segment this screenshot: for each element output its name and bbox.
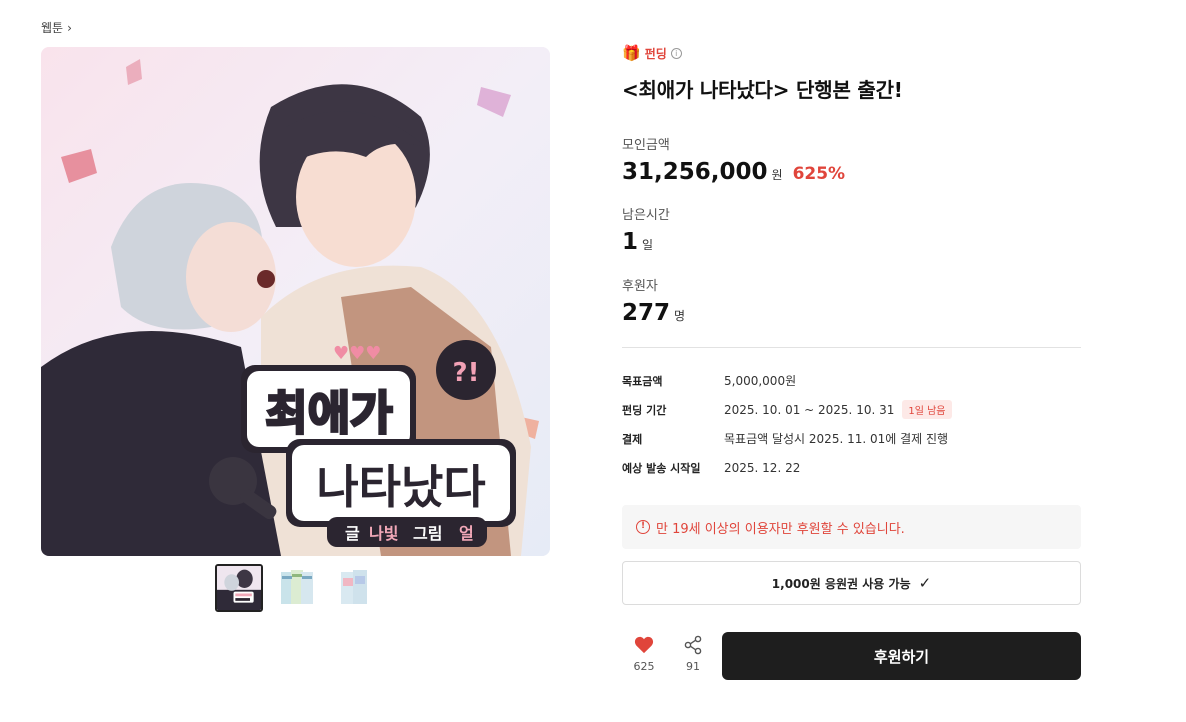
ship-label: 예상 발송 시작일	[622, 461, 701, 475]
funding-tag: 🎁 펀딩 i	[622, 44, 1081, 62]
coupon-button[interactable]: 1,000원 응원권 사용 가능 ✓	[622, 561, 1081, 605]
cover-writer-label: 글	[345, 524, 360, 543]
period-value: 2025. 10. 01 ~ 2025. 10. 31	[724, 402, 895, 417]
backers-block: 후원자 277 명	[622, 275, 685, 326]
thumbnail-strip	[215, 564, 379, 612]
info-icon[interactable]: i	[670, 47, 682, 59]
payment-value: 목표금액 달성시 2025. 11. 01에 결제 진행	[724, 432, 949, 446]
support-button[interactable]: 후원하기	[722, 632, 1081, 680]
goal-label: 목표금액	[622, 374, 663, 388]
cover-logo-line2: 나타났다	[316, 460, 485, 514]
breadcrumb[interactable]: 웹툰 ›	[41, 19, 72, 36]
share-button[interactable]: 91	[671, 632, 715, 673]
detail-row-period: 펀딩 기간 2025. 10. 01 ~ 2025. 10. 31 1일 남음	[622, 395, 1081, 424]
page-title: <최애가 나타났다> 단행본 출간!	[622, 78, 903, 102]
like-button[interactable]: 625	[622, 632, 666, 673]
raised-amount-block: 모인금액 31,256,000 원 625%	[622, 134, 845, 185]
warning-icon: !	[636, 520, 650, 534]
age-notice: ! 만 19세 이상의 이용자만 후원할 수 있습니다.	[622, 505, 1081, 549]
time-unit: 일	[642, 238, 654, 252]
funding-info-panel: 🎁 펀딩 i <최애가 나타났다> 단행본 출간! 모인금액 31,256,00…	[622, 44, 1081, 680]
age-notice-text: 만 19세 이상의 이용자만 후원할 수 있습니다.	[656, 521, 905, 537]
coupon-label: 1,000원 응원권 사용 가능	[771, 576, 911, 591]
remaining-time-block: 남은시간 1 일	[622, 204, 670, 255]
backers-value: 277	[622, 300, 671, 326]
action-bar: 625 91 후원하기	[622, 632, 1081, 680]
raised-value: 31,256,000	[622, 159, 768, 185]
divider	[622, 347, 1081, 348]
time-value: 1	[622, 229, 639, 255]
detail-row-shipping: 예상 발송 시작일 2025. 12. 22	[622, 453, 1081, 482]
cover-logo-line1: 최애가	[266, 386, 393, 440]
raised-label: 모인금액	[622, 138, 670, 153]
cover-badge: ?!	[453, 358, 480, 388]
svg-text:♥♥♥: ♥♥♥	[333, 343, 381, 364]
cover-artist: 얼	[459, 524, 474, 543]
detail-row-goal: 목표금액 5,000,000원	[622, 366, 1081, 395]
share-count: 91	[686, 660, 700, 673]
thumbnail-cover[interactable]	[215, 564, 263, 612]
cover-writer: 나빛	[369, 524, 398, 543]
ship-value: 2025. 12. 22	[724, 460, 801, 475]
chevron-right-icon: ›	[67, 20, 72, 35]
share-icon	[684, 635, 702, 655]
funding-details: 목표금액 5,000,000원 펀딩 기간 2025. 10. 01 ~ 202…	[622, 366, 1081, 482]
like-count: 625	[633, 660, 655, 673]
payment-label: 결제	[622, 432, 643, 446]
backers-label: 후원자	[622, 279, 658, 294]
cover-image: 최애가 나타났다 ?! ♥♥♥ 글 나빛 그림 얼	[41, 47, 550, 556]
thumbnail-book-set-2[interactable]	[331, 564, 379, 612]
breadcrumb-label[interactable]: 웹툰	[41, 19, 63, 36]
backers-unit: 명	[674, 309, 686, 323]
raised-unit: 원	[771, 168, 783, 182]
cover-artist-label: 그림	[413, 524, 442, 543]
heart-icon	[634, 636, 654, 654]
detail-row-payment: 결제 목표금액 달성시 2025. 11. 01에 결제 진행	[622, 424, 1081, 453]
period-label: 펀딩 기간	[622, 403, 667, 417]
gift-icon: 🎁	[622, 44, 641, 62]
remaining-badge: 1일 남음	[902, 400, 952, 419]
goal-value: 5,000,000원	[724, 374, 797, 388]
check-icon: ✓	[918, 574, 932, 592]
raised-percent: 625%	[792, 164, 846, 184]
funding-tag-label: 펀딩	[644, 46, 667, 61]
thumbnail-book-set-1[interactable]	[273, 564, 321, 612]
time-label: 남은시간	[622, 208, 670, 223]
